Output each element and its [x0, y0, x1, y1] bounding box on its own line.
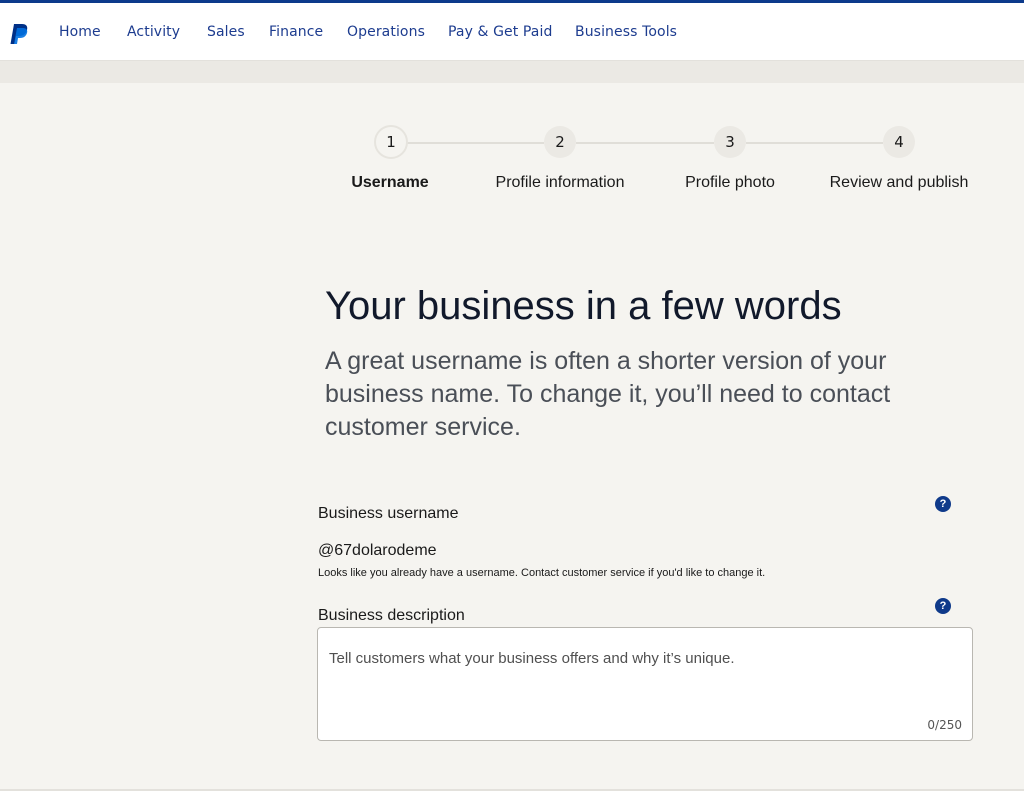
step-connector	[406, 142, 544, 144]
business-description-textarea[interactable]: Tell customers what your business offers…	[317, 627, 973, 741]
business-description-label: Business description	[318, 607, 465, 624]
page-subtitle: A great username is often a shorter vers…	[325, 347, 891, 441]
character-counter: 0/250	[927, 718, 962, 732]
step-1-circle: 1	[374, 125, 408, 159]
description-help-icon[interactable]: ?	[935, 598, 951, 614]
username-help-icon[interactable]: ?	[935, 496, 951, 512]
business-username-label: Business username	[318, 505, 459, 522]
nav-finance[interactable]: Finance	[269, 24, 323, 40]
nav-business-tools[interactable]: Business Tools	[575, 24, 677, 40]
username-hint-text: Looks like you already have a username. …	[318, 567, 766, 579]
step-connector	[576, 142, 714, 144]
nav-activity[interactable]: Activity	[127, 24, 180, 40]
step-2-circle: 2	[544, 126, 576, 158]
step-4-label: Review and publish	[829, 174, 969, 191]
paypal-logo-icon[interactable]	[10, 23, 30, 45]
nav-sales[interactable]: Sales	[207, 24, 245, 40]
step-3-label: Profile photo	[685, 174, 775, 191]
step-connector	[746, 142, 883, 144]
step-1-label: Username	[351, 174, 429, 191]
page-title: Your business in a few words	[325, 284, 842, 328]
step-3-circle: 3	[714, 126, 746, 158]
step-2-label: Profile information	[495, 174, 625, 191]
step-4-circle: 4	[883, 126, 915, 158]
top-navigation-bar: Home Activity Sales Finance Operations P…	[0, 3, 1024, 61]
nav-operations[interactable]: Operations	[347, 24, 425, 40]
description-placeholder: Tell customers what your business offers…	[329, 650, 735, 667]
nav-pay-and-get-paid[interactable]: Pay & Get Paid	[448, 24, 552, 40]
nav-home[interactable]: Home	[59, 24, 101, 40]
sub-header-band	[0, 61, 1024, 83]
business-username-value: @67dolarodeme	[318, 542, 437, 559]
